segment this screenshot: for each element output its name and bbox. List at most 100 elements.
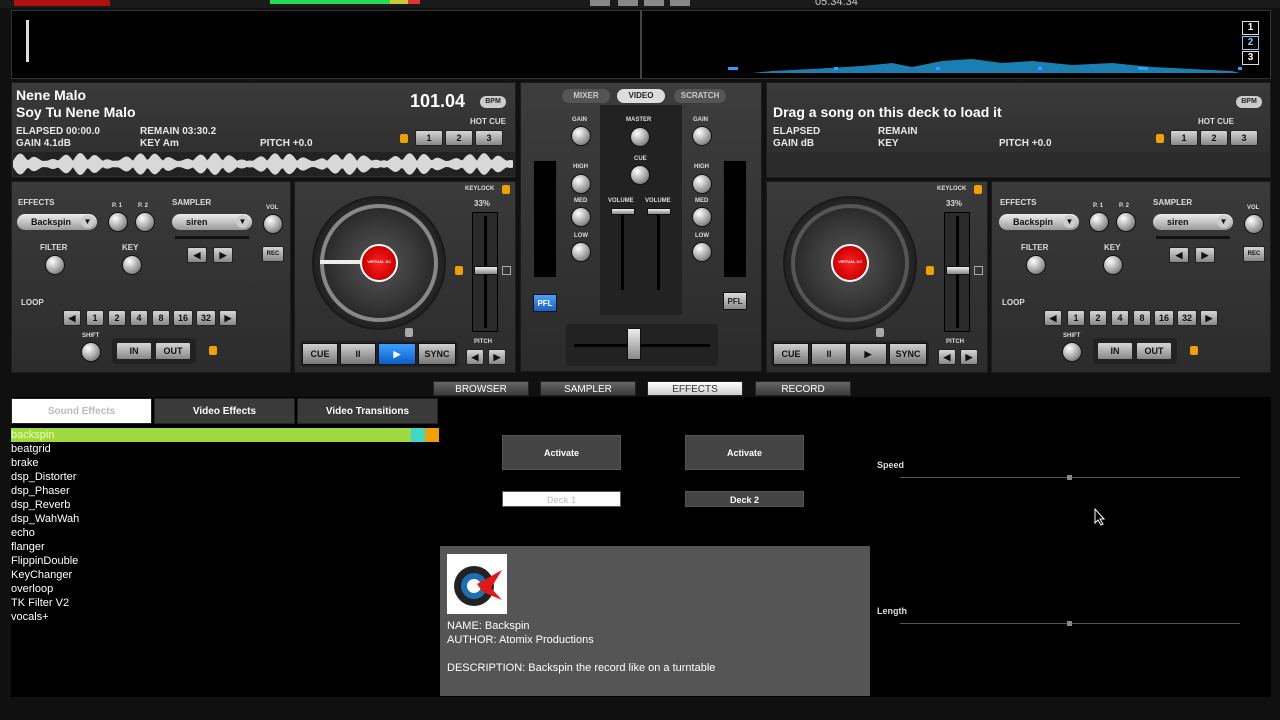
deck-a-sampler-select[interactable]: siren ▼ bbox=[172, 214, 252, 230]
effect-list-item[interactable]: dsp_Distorter bbox=[11, 470, 439, 484]
deck-b-p2-knob[interactable] bbox=[1116, 212, 1136, 232]
deck-b-pfl-button[interactable]: PFL bbox=[723, 292, 747, 310]
tab-record[interactable]: RECORD bbox=[755, 381, 851, 396]
deck-a-vol-knob[interactable] bbox=[263, 214, 283, 234]
deck-b-hotcue-3[interactable]: 3 bbox=[1230, 130, 1258, 146]
cue-knob[interactable] bbox=[630, 165, 650, 185]
deck-b-sync-button[interactable]: SYNC bbox=[889, 343, 927, 365]
deck-a-sampler-next[interactable]: ▶ bbox=[213, 247, 233, 263]
activate-deck-2-button[interactable]: Activate bbox=[685, 435, 804, 470]
deck-a-play-button[interactable]: ▶ bbox=[378, 343, 416, 365]
effect-list-item[interactable]: overloop bbox=[11, 582, 439, 596]
effect-list-item[interactable]: echo bbox=[11, 526, 439, 540]
deck-b-loop-8[interactable]: 8 bbox=[1133, 310, 1151, 326]
effect-list-item[interactable]: vocals+ bbox=[11, 610, 439, 624]
deck-b-bpm-tag[interactable]: BPM bbox=[1236, 96, 1262, 108]
deck-a-loop-8[interactable]: 8 bbox=[152, 310, 170, 326]
master-knob[interactable] bbox=[630, 127, 650, 147]
lock-icon[interactable] bbox=[455, 266, 463, 275]
tab-sampler[interactable]: SAMPLER bbox=[540, 381, 636, 396]
deck-1-toggle[interactable]: Deck 1 bbox=[502, 491, 621, 507]
deck-b-pitch-down[interactable]: ◀ bbox=[938, 349, 956, 365]
lock-icon[interactable] bbox=[502, 185, 510, 194]
lock-icon[interactable] bbox=[974, 185, 982, 194]
deck-a-loop-4[interactable]: 4 bbox=[130, 310, 148, 326]
deck-b-pitch-up[interactable]: ▶ bbox=[960, 349, 978, 365]
deck-b-pitch-fader[interactable] bbox=[946, 266, 970, 275]
deck-a-pfl-button[interactable]: PFL bbox=[533, 294, 557, 312]
deck-b-sampler-next[interactable]: ▶ bbox=[1195, 247, 1215, 263]
deck-a-high-knob[interactable] bbox=[571, 174, 591, 194]
lock-icon[interactable] bbox=[400, 134, 408, 143]
deck-b-loop-4[interactable]: 4 bbox=[1111, 310, 1129, 326]
deck-b-sampler-select[interactable]: siren ▼ bbox=[1153, 214, 1233, 230]
deck-a-loop-in[interactable]: IN bbox=[116, 342, 152, 360]
deck-a-shift-knob[interactable] bbox=[81, 342, 101, 362]
deck-a-sync-button[interactable]: SYNC bbox=[418, 343, 456, 365]
deck-select-1[interactable]: 1 bbox=[1242, 21, 1259, 35]
deck-a-rec-button[interactable]: REC bbox=[262, 246, 284, 262]
tab-video-effects[interactable]: Video Effects bbox=[154, 398, 295, 424]
deck-b-loop-in[interactable]: IN bbox=[1097, 342, 1133, 360]
deck-b-vol-knob[interactable] bbox=[1244, 214, 1264, 234]
deck-a-effect-select[interactable]: Backspin ▼ bbox=[17, 214, 97, 230]
crossfader-track[interactable] bbox=[574, 344, 710, 347]
length-slider-thumb[interactable] bbox=[1067, 621, 1072, 626]
deck-b-cue-button[interactable]: CUE bbox=[773, 343, 809, 365]
deck-b-effect-select[interactable]: Backspin ▼ bbox=[999, 214, 1079, 230]
deck-a-hotcue-3[interactable]: 3 bbox=[475, 130, 503, 146]
deck-a-pitch-reset[interactable] bbox=[502, 266, 511, 275]
effect-list-item[interactable]: backspin bbox=[11, 428, 439, 442]
deck-b-high-knob[interactable] bbox=[692, 174, 712, 194]
deck-b-loop-32[interactable]: 32 bbox=[1177, 310, 1197, 326]
tab-browser[interactable]: BROWSER bbox=[433, 381, 529, 396]
deck-b-filter-knob[interactable] bbox=[1026, 255, 1046, 275]
lock-icon[interactable] bbox=[1156, 134, 1164, 143]
deck-b-loop-1[interactable]: 1 bbox=[1067, 310, 1085, 326]
deck-a-med-knob[interactable] bbox=[571, 207, 591, 227]
deck-b-low-knob[interactable] bbox=[692, 242, 712, 262]
speed-slider-thumb[interactable] bbox=[1067, 475, 1072, 480]
deck-a-waveform[interactable] bbox=[13, 152, 515, 176]
lock-icon[interactable] bbox=[876, 328, 884, 337]
deck-a-sampler-prev[interactable]: ◀ bbox=[187, 247, 207, 263]
deck-b-waveform[interactable] bbox=[768, 152, 1270, 176]
effect-list-item[interactable]: flanger bbox=[11, 540, 439, 554]
deck-a-key-knob[interactable] bbox=[122, 255, 142, 275]
deck-b-med-knob[interactable] bbox=[692, 207, 712, 227]
deck-select-3[interactable]: 3 bbox=[1242, 51, 1259, 65]
lock-icon[interactable] bbox=[405, 328, 413, 337]
tab-effects[interactable]: EFFECTS bbox=[647, 381, 743, 396]
deck-a-bpm-tag[interactable]: BPM bbox=[480, 96, 506, 108]
deck-a-p2-knob[interactable] bbox=[135, 212, 155, 232]
effect-list-item[interactable]: KeyChanger bbox=[11, 568, 439, 582]
deck-b-loop-next[interactable]: ▶ bbox=[1200, 310, 1218, 326]
deck-b-volume-fader[interactable] bbox=[647, 208, 671, 215]
effect-list-item[interactable]: TK Filter V2 bbox=[11, 596, 439, 610]
tab-scratch[interactable]: SCRATCH bbox=[674, 89, 726, 103]
effect-list-item[interactable]: FlippinDouble bbox=[11, 554, 439, 568]
top-button[interactable] bbox=[670, 0, 690, 6]
deck-a-filter-knob[interactable] bbox=[45, 255, 65, 275]
effect-list-item[interactable]: beatgrid bbox=[11, 442, 439, 456]
effect-list-item[interactable]: dsp_Phaser bbox=[11, 484, 439, 498]
deck-b-key-knob[interactable] bbox=[1103, 255, 1123, 275]
top-button[interactable] bbox=[618, 0, 638, 6]
effect-list-item[interactable]: brake bbox=[11, 456, 439, 470]
activate-deck-1-button[interactable]: Activate bbox=[502, 435, 621, 470]
deck-a-volume-track[interactable] bbox=[621, 210, 624, 290]
top-button[interactable] bbox=[644, 0, 664, 6]
deck-a-gain-knob[interactable] bbox=[571, 126, 591, 146]
deck-b-hotcue-2[interactable]: 2 bbox=[1200, 130, 1228, 146]
deck-select-2[interactable]: 2 bbox=[1242, 36, 1259, 50]
deck-a-p1-knob[interactable] bbox=[108, 212, 128, 232]
deck-a-cue-button[interactable]: CUE bbox=[302, 343, 338, 365]
deck-a-loop-16[interactable]: 16 bbox=[173, 310, 193, 326]
deck-b-volume-track[interactable] bbox=[657, 210, 660, 290]
deck-a-loop-prev[interactable]: ◀ bbox=[63, 310, 81, 326]
deck-b-gain-knob[interactable] bbox=[692, 126, 712, 146]
deck-a-pitch-fader[interactable] bbox=[474, 266, 498, 275]
deck-b-hotcue-1[interactable]: 1 bbox=[1170, 130, 1198, 146]
effect-list-item[interactable]: dsp_WahWah bbox=[11, 512, 439, 526]
deck-a-loop-32[interactable]: 32 bbox=[196, 310, 216, 326]
